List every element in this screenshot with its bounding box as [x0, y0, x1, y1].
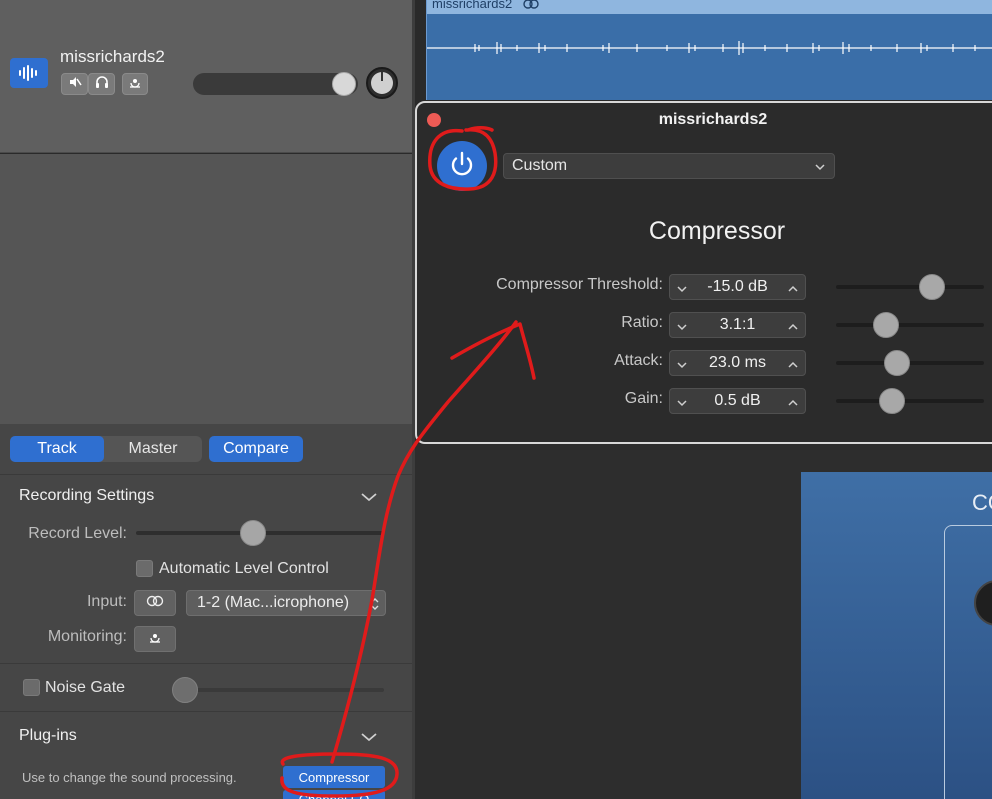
chevron-down-icon[interactable] [360, 490, 378, 509]
param-slider-thumb[interactable] [919, 274, 946, 300]
loop-link-icon [522, 0, 540, 12]
monitoring-icon [148, 630, 162, 649]
noise-gate-label: Noise Gate [45, 679, 126, 696]
param-slider-thumb[interactable] [883, 350, 910, 376]
plugin-heading: Compressor [648, 217, 786, 245]
preset-dropdown[interactable]: Custom [503, 153, 835, 179]
preset-label: Custom [512, 157, 568, 174]
input-source-select[interactable]: 1-2 (Mac...icrophone) [186, 590, 386, 616]
param-label: Compressor Threshold: [496, 276, 663, 293]
chevron-down-icon [814, 160, 826, 178]
stereo-icon [145, 594, 165, 612]
tab-track[interactable]: Track [10, 436, 104, 462]
up-down-chevron-icon [370, 595, 380, 618]
compressor-plugin-window[interactable]: missrichards2 Custom Compressor Compress… [415, 101, 992, 444]
param-slider[interactable] [836, 323, 984, 327]
divider [0, 474, 412, 475]
chevron-up-icon[interactable] [787, 396, 799, 414]
waveform-display [427, 41, 992, 55]
param-label: Attack: [614, 352, 663, 369]
chevron-up-icon[interactable] [787, 358, 799, 376]
param-label: Ratio: [621, 314, 663, 331]
input-monitoring-button[interactable] [122, 73, 148, 95]
plugin-window-title: missrichards2 [658, 111, 768, 128]
plugin-slot-compressor[interactable]: Compressor [283, 766, 385, 788]
chevron-down-icon[interactable] [676, 396, 688, 414]
param-value[interactable]: -15.0 dB [694, 278, 781, 296]
track-name: missrichards2 [60, 47, 165, 66]
divider [0, 711, 412, 712]
smart-controls-tabs: Track Master [10, 436, 202, 462]
recording-settings-title: Recording Settings [19, 487, 155, 504]
input-label: Input: [86, 593, 127, 610]
param-slider-thumb[interactable] [879, 388, 906, 414]
chevron-down-icon[interactable] [676, 358, 688, 376]
param-slider-thumb[interactable] [873, 312, 900, 338]
input-source-value: 1-2 (Mac...icrophone) [197, 594, 350, 611]
plug-ins-title: Plug-ins [19, 727, 77, 744]
param-value[interactable]: 3.1:1 [694, 316, 781, 334]
tab-master[interactable]: Master [106, 436, 200, 462]
track-pan-knob[interactable] [366, 67, 398, 99]
mute-button[interactable] [61, 73, 88, 95]
noise-gate-slider[interactable] [184, 688, 384, 692]
divider [0, 663, 412, 664]
compressor-visual-frame [944, 525, 992, 799]
param-value[interactable]: 23.0 ms [694, 354, 781, 372]
chevron-up-icon[interactable] [787, 282, 799, 300]
chevron-down-icon[interactable] [360, 730, 378, 749]
input-channel-format-button[interactable] [134, 590, 176, 616]
plugin-power-button[interactable] [437, 141, 487, 191]
param-stepper[interactable]: 23.0 ms [669, 350, 806, 376]
param-stepper[interactable]: 0.5 dB [669, 388, 806, 414]
headphones-icon [95, 75, 109, 94]
chevron-up-icon[interactable] [787, 320, 799, 338]
param-label: Gain: [624, 390, 663, 407]
garageband-window: missrichards2 missrichards2 missrichards… [0, 0, 992, 799]
audio-region[interactable]: missrichards2 [426, 0, 992, 100]
noise-gate-checkbox[interactable] [23, 679, 40, 696]
track-volume-thumb[interactable] [332, 72, 356, 96]
noise-gate-thumb[interactable] [172, 677, 198, 703]
plugin-slot-channel-eq[interactable]: Channel EQ [283, 790, 385, 799]
param-stepper[interactable]: -15.0 dB [669, 274, 806, 300]
param-value[interactable]: 0.5 dB [694, 392, 781, 410]
mute-icon [68, 75, 82, 94]
automatic-level-control-checkbox[interactable] [136, 560, 153, 577]
param-slider[interactable] [836, 285, 984, 289]
monitoring-label: Monitoring: [47, 628, 127, 645]
chevron-down-icon[interactable] [676, 320, 688, 338]
monitoring-toggle-button[interactable] [134, 626, 176, 652]
compare-button[interactable]: Compare [209, 436, 303, 462]
param-slider[interactable] [836, 399, 984, 403]
region-title: missrichards2 [432, 0, 540, 12]
automatic-level-control-label: Automatic Level Control [159, 560, 329, 577]
region-title-text: missrichards2 [432, 0, 513, 11]
track-header[interactable]: missrichards2 [0, 0, 412, 153]
chevron-down-icon[interactable] [676, 282, 688, 300]
compressor-visual-title: CO [972, 490, 992, 515]
monitoring-icon [128, 75, 142, 94]
param-slider[interactable] [836, 361, 984, 365]
region-header: missrichards2 [427, 0, 992, 14]
record-level-thumb[interactable] [239, 520, 266, 546]
solo-headphones-button[interactable] [88, 73, 115, 95]
record-level-label: Record Level: [28, 525, 127, 542]
power-icon [447, 149, 477, 184]
param-stepper[interactable]: 3.1:1 [669, 312, 806, 338]
waveform-icon [10, 58, 48, 88]
track-list-empty-area [0, 154, 412, 424]
plug-ins-description: Use to change the sound processing. [22, 770, 237, 785]
